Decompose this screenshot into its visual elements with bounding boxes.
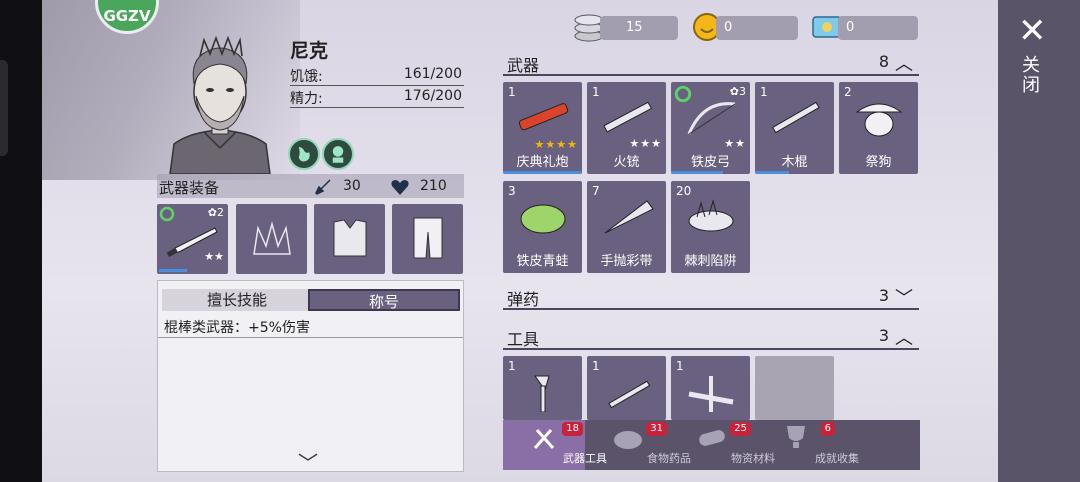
currency-gold-value: 0 (724, 20, 733, 35)
energy-row: 精力: 176/200 (290, 86, 464, 108)
hatchet-icon (608, 380, 651, 409)
stick-icon (772, 101, 820, 134)
hunger-value: 161/200 (403, 66, 462, 82)
spike-trap-icon (688, 199, 734, 232)
skills-panel: 擅长技能 称号 棍棒类武器：+5%伤害 ﹀ (157, 280, 464, 475)
trophy-icon (787, 426, 805, 448)
section-ammo-count: 3 (878, 286, 889, 305)
equip-slot-headgear[interactable] (236, 204, 307, 274)
tab-achievements[interactable]: 6 成就收集 (755, 420, 859, 470)
chevron-down-icon[interactable]: ﹀ (895, 284, 913, 310)
stomach-status-icon[interactable] (288, 138, 320, 170)
close-icon: ✕ (1018, 11, 1047, 51)
energy-label: 精力: (290, 91, 323, 107)
equip-slot-weapon[interactable]: ✿2 ★★ (157, 204, 228, 274)
dog-figure-icon (855, 103, 903, 137)
item-spike-trap[interactable]: 20 棘刺陷阱 (671, 181, 750, 273)
section-weapons[interactable]: 武器 8 ︿ (503, 50, 919, 76)
currency-ticket: 0 (838, 16, 918, 40)
tab-weapons-tools[interactable]: 18 武器工具 (503, 420, 607, 470)
character-portrait (169, 36, 271, 174)
item-thrown-streamer[interactable]: 7 手抛彩带 (587, 181, 666, 273)
close-label: 关闭 (1022, 55, 1040, 96)
health-value: 210 (420, 178, 447, 194)
refresh-icon (159, 206, 175, 222)
equip-slot-pants[interactable] (392, 204, 463, 274)
section-ammo[interactable]: 弹药 3 ﹀ (503, 284, 919, 310)
equipment-header: 武器装备 (157, 174, 464, 198)
section-tools-title: 工具 (507, 330, 540, 349)
equipment-title: 武器装备 (159, 179, 220, 197)
frog-icon (520, 204, 566, 234)
item-tool-pickaxe[interactable]: 1 (671, 356, 750, 420)
chevron-down-icon[interactable]: ﹀ (298, 447, 318, 476)
item-tin-frog[interactable]: 3 铁皮青蛙 (503, 181, 582, 273)
character-name: 尼克 (290, 40, 329, 62)
tab-titles[interactable]: 称号 (308, 289, 460, 311)
shirt-icon (333, 219, 367, 257)
currency-ticket-value: 0 (846, 20, 855, 35)
axe-icon (534, 375, 550, 412)
section-weapons-count: 8 (878, 52, 889, 71)
pants-icon (413, 217, 443, 259)
weapons-tools-icon (533, 429, 555, 449)
hunger-row: 饥饿: 161/200 (290, 64, 464, 86)
gear-icon: ✿ (729, 85, 739, 98)
mood-status-icon[interactable] (322, 138, 354, 170)
item-musket[interactable]: 1 ★★★ 火铳 (587, 82, 666, 174)
food-icon (614, 431, 642, 449)
item-tool-axe[interactable]: 1 (503, 356, 582, 420)
item-tool-hatchet[interactable]: 1 (587, 356, 666, 420)
energy-value: 176/200 (403, 88, 462, 104)
item-wooden-stick[interactable]: 1 木棍 (755, 82, 834, 174)
attack-value: 30 (343, 178, 361, 194)
screen-edge (0, 0, 42, 482)
divider (158, 337, 463, 338)
cannon-icon (518, 103, 569, 131)
equip-slot-top[interactable] (314, 204, 385, 274)
hunger-label: 饥饿: (290, 69, 323, 85)
skill-description: 棍棒类武器：+5%伤害 (164, 320, 310, 336)
gear-icon: ✿ (207, 206, 217, 219)
chevron-up-icon[interactable]: ︿ (895, 50, 913, 76)
sword-icon (315, 179, 331, 195)
currency-silver: 15 (600, 16, 678, 40)
section-tools[interactable]: 工具 3 ︿ (503, 324, 919, 350)
tab-materials[interactable]: 25 物资材料 (671, 420, 775, 470)
section-tools-count: 3 (878, 326, 889, 345)
weapon-stars: ★★ (204, 250, 224, 263)
tab-skills[interactable]: 擅长技能 (162, 289, 312, 311)
close-button[interactable]: ✕ 关闭 (1014, 12, 1050, 100)
crown-icon (253, 221, 291, 255)
section-weapons-title: 武器 (507, 56, 540, 75)
currency-gold: 0 (716, 16, 798, 40)
tab-food-medicine[interactable]: 31 食物药品 (587, 420, 691, 470)
item-iron-bow[interactable]: ✿3 ★★ 铁皮弓 (671, 82, 750, 174)
weapon-level: 2 (217, 206, 224, 219)
item-sacrificial-dog[interactable]: 2 祭狗 (839, 82, 918, 174)
durability-bar (159, 269, 187, 272)
musket-icon (603, 101, 653, 133)
item-celebration-cannon[interactable]: 1 ★★★★ 庆典礼炮 (503, 82, 582, 174)
streamer-icon (604, 200, 654, 234)
bow-icon (687, 102, 736, 135)
pickaxe-icon (688, 376, 734, 412)
materials-icon (699, 430, 725, 446)
chevron-up-icon[interactable]: ︿ (895, 324, 913, 350)
currency-silver-value: 15 (626, 20, 643, 35)
item-tool-empty (755, 356, 834, 420)
section-ammo-title: 弹药 (507, 290, 540, 309)
heart-icon (391, 180, 409, 195)
